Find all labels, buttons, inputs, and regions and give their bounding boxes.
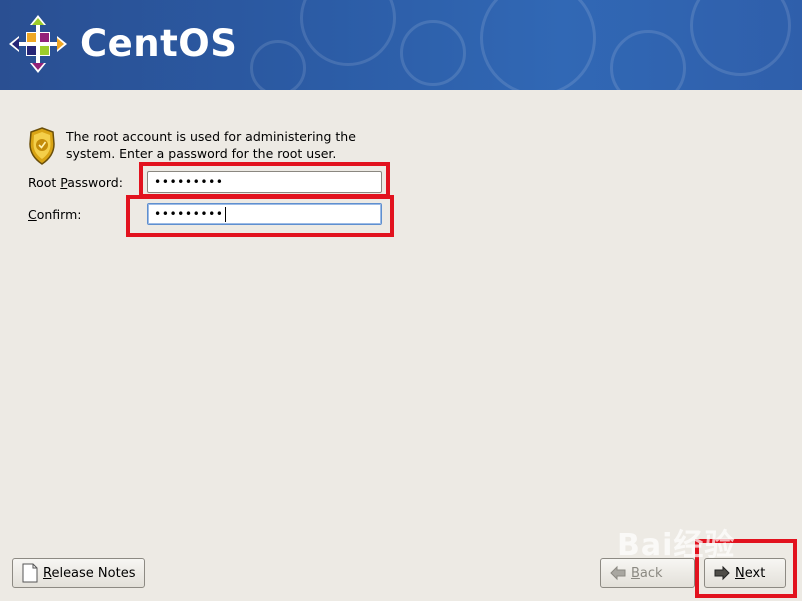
decorative-swirl — [480, 0, 596, 90]
arrow-left-icon — [610, 565, 626, 581]
release-notes-label: Release Notes — [43, 565, 136, 581]
root-password-label: Root Password: — [28, 175, 123, 190]
centos-logo-icon — [9, 15, 67, 73]
back-button[interactable]: Back — [600, 558, 695, 588]
decorative-swirl — [300, 0, 396, 66]
release-notes-button[interactable]: Release Notes — [12, 558, 145, 588]
back-label: Back — [631, 565, 663, 581]
document-icon — [22, 563, 38, 583]
confirm-label: Confirm: — [28, 207, 82, 222]
arrow-right-icon — [714, 565, 730, 581]
centos-wordmark: CentOS — [80, 22, 238, 65]
highlight-box-confirm — [126, 195, 394, 237]
intro-text: The root account is used for administeri… — [66, 129, 356, 161]
decorative-swirl — [400, 20, 466, 86]
next-label: Next — [735, 565, 766, 581]
decorative-swirl — [690, 0, 791, 76]
header-banner: CentOS — [0, 0, 802, 90]
decorative-swirl — [610, 30, 686, 90]
next-button[interactable]: Next — [704, 558, 786, 588]
highlight-box-password — [139, 162, 390, 198]
security-badge-icon — [29, 127, 55, 165]
decorative-swirl — [250, 40, 306, 90]
